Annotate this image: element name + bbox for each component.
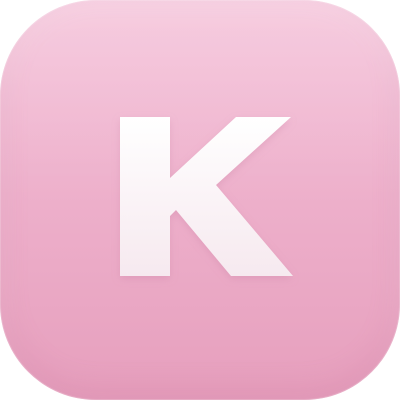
letter-k-icon (120, 117, 293, 276)
app-icon-k[interactable] (0, 0, 400, 400)
letter-k-shape (120, 117, 293, 276)
icon-canvas (0, 0, 400, 400)
